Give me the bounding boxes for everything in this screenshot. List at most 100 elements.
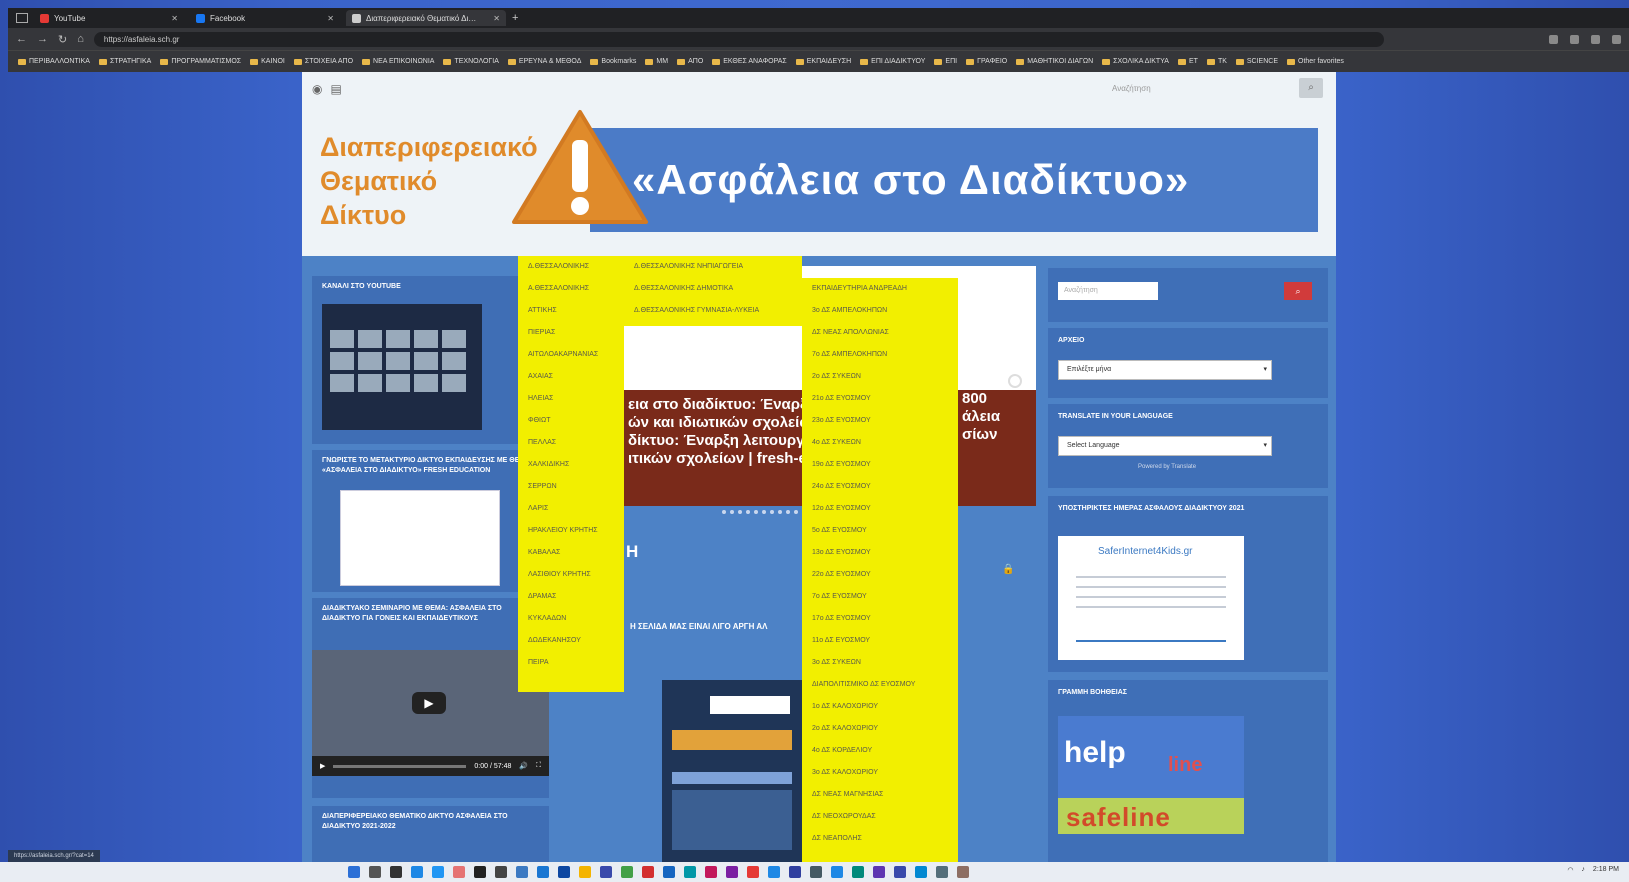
dropdown-item[interactable]: 2ο ΔΣ ΣΥΚΕΩΝ [802,366,958,388]
dropdown-item[interactable]: ΑΙΤΩΛΟΑΚΑΡΝΑΝΙΑΣ [518,344,624,366]
play-icon[interactable]: ▶ [412,692,446,714]
dropdown-item[interactable]: ΑΧΑΙΑΣ [518,366,624,388]
volume-icon[interactable]: ♪ [1581,866,1585,874]
bookmark-item[interactable]: ΕΡΕΥΝΑ & ΜΕΘΟΔ [507,58,581,65]
site-logo-text[interactable]: Διαπεριφερειακό Θεματικό Δίκτυο [320,130,538,232]
dropdown-item[interactable]: ΚΑΒΑΛΑΣ [518,542,624,564]
bookmark-item[interactable]: ΜΑΘΗΤΙΚΟΙ ΔΙΑΓΩΝ [1016,58,1093,65]
extension-icon[interactable] [1549,34,1558,44]
dropdown-item[interactable]: ΗΡΑΚΛΕΙΟΥ ΚΡΗΤΗΣ [518,520,624,542]
dropdown-item[interactable]: Δ.ΘΕΣΣΑΛΟΝΙΚΗΣ [518,256,624,278]
taskbar-app-icon[interactable] [411,866,423,878]
bookmark-item[interactable]: ΠΕΡΙΒΑΛΛΟΝΤΙΚΑ [18,58,90,65]
dropdown-item[interactable]: 23ο ΔΣ ΕΥΟΣΜΟΥ [802,410,958,432]
dropdown-item[interactable]: 2ο ΔΣ ΚΑΛΟΧΩΡΙΟΥ [802,718,958,740]
taskbar-app-icon[interactable] [915,866,927,878]
taskbar-app-icon[interactable] [894,866,906,878]
dropdown-item[interactable]: ΕΚΠΑΙΔΕΥΤΗΡΙΑ ΑΝΔΡΕΑΔΗ [802,278,958,300]
taskbar-app-icon[interactable] [579,866,591,878]
taskbar-app-icon[interactable] [957,866,969,878]
taskbar-app-icon[interactable] [705,866,717,878]
bookmark-item[interactable]: ΤΕΧΝΟΛΟΓΙΑ [443,58,499,65]
dropdown-item[interactable]: 3ο ΔΣ ΑΜΠΕΛΟΚΗΠΩΝ [802,300,958,322]
dropdown-item[interactable]: ΔΣ ΝΕΟΧΩΡΟΥΔΑΣ [802,806,958,828]
dropdown-item[interactable]: ΠΕΛΛΑΣ [518,432,624,454]
taskbar-app-icon[interactable] [747,866,759,878]
taskbar-app-icon[interactable] [684,866,696,878]
top-search-input[interactable]: Αναζήτηση [1092,80,1272,98]
bookmark-item[interactable]: ΝΕΑ ΕΠΙΚΟΙΝΩΝΙΑ [362,58,434,65]
video-progress[interactable] [333,764,467,768]
bookmark-item[interactable]: ΕΠΙ [934,58,957,65]
extension-icon[interactable] [1570,34,1579,44]
safeline-banner[interactable]: safeline [1058,798,1244,834]
dropdown-item[interactable]: ΔΣ ΝΕΑΣ ΑΠΟΛΛΩΝΙΑΣ [802,322,958,344]
slider-pause-icon[interactable] [1008,374,1022,388]
clock[interactable]: 2:18 PM [1593,866,1619,874]
dropdown-item[interactable]: ΑΤΤΙΚΗΣ [518,300,624,322]
taskbar-app-icon[interactable] [852,866,864,878]
dropdown-item[interactable]: ΠΙΕΡΙΑΣ [518,322,624,344]
dropdown-item[interactable]: ΠΕΙΡΑ [518,652,624,674]
dropdown-item[interactable]: 4ο ΔΣ ΚΟΡΔΕΛΙΟΥ [802,740,958,762]
address-bar[interactable]: https://asfaleia.sch.gr [93,31,1384,47]
bookmark-item[interactable]: Other favorites [1287,58,1344,65]
tab-youtube[interactable]: YouTube ✕ [34,10,184,26]
dropdown-item[interactable]: 4ο ΔΣ ΣΥΚΕΩΝ [802,432,958,454]
taskbar-app-icon[interactable] [600,866,612,878]
dropdown-item[interactable]: 17ο ΔΣ ΕΥΟΣΜΟΥ [802,608,958,630]
bookmark-item[interactable]: ΕΚΠΑΙΔΕΥΣΗ [795,58,851,65]
back-icon[interactable]: ← [16,33,27,45]
youtube-channel-thumbnail[interactable] [322,304,482,430]
saferinternet4kids-banner[interactable]: SaferInternet4Kids.gr [1058,536,1244,660]
dropdown-item[interactable]: ΦΘΙΩΤ [518,410,624,432]
taskbar-app-icon[interactable] [831,866,843,878]
taskbar-app-icon[interactable] [789,866,801,878]
dropdown-item[interactable]: ΛΑΡΙΣ [518,498,624,520]
bookmark-item[interactable]: Bookmarks [590,58,636,65]
taskbar-app-icon[interactable] [369,866,381,878]
profile-icon[interactable] [1612,34,1621,44]
dropdown-item[interactable]: Δ.ΘΕΣΣΑΛΟΝΙΚΗΣ ΔΗΜΟΤΙΚΑ [624,278,802,300]
taskbar-app-icon[interactable] [810,866,822,878]
webinar-video[interactable]: ▶ ▶ 0:00 / 57:48 🔊 ⛶ [312,650,549,776]
bookmark-item[interactable]: ΑΠΟ [677,58,703,65]
dropdown-item[interactable]: ΗΛΕΙΑΣ [518,388,624,410]
home-icon[interactable]: ⌂ [77,33,84,45]
slider-pagination[interactable] [722,510,798,514]
taskbar-app-icon[interactable] [432,866,444,878]
archive-select[interactable]: Επιλέξτε μήνα ▾ [1058,360,1272,380]
search-icon[interactable]: ⌕ [1299,78,1323,98]
taskbar-app-icon[interactable] [621,866,633,878]
dropdown-item[interactable]: 13ο ΔΣ ΕΥΟΣΜΟΥ [802,542,958,564]
dropdown-item[interactable]: 5ο ΔΣ ΕΥΟΣΜΟΥ [802,520,958,542]
forward-icon[interactable]: → [37,33,48,45]
play-small-icon[interactable]: ▶ [320,762,325,770]
dropdown-item[interactable]: 12ο ΔΣ ΕΥΟΣΜΟΥ [802,498,958,520]
taskbar-app-icon[interactable] [558,866,570,878]
bookmark-item[interactable]: ΣΧΟΛΙΚΑ ΔΙΚΤΥΑ [1102,58,1169,65]
close-icon[interactable]: ✕ [493,14,500,23]
taskbar-app-icon[interactable] [453,866,465,878]
tab-site[interactable]: Διαπεριφερειακό Θεματικό Δι… ✕ [346,10,506,26]
taskbar-app-icon[interactable] [474,866,486,878]
dropdown-item[interactable]: ΧΑΛΚΙΔΙΚΗΣ [518,454,624,476]
dropdown-item[interactable]: 3ο ΔΣ ΣΥΚΕΩΝ [802,652,958,674]
language-select[interactable]: Select Language ▾ [1058,436,1272,456]
tab-facebook[interactable]: Facebook ✕ [190,10,340,26]
taskbar-app-icon[interactable] [642,866,654,878]
event-poster[interactable] [662,680,802,862]
new-tab-icon[interactable]: + [512,12,518,24]
bookmark-item[interactable]: ΚΑΙΝΟΙ [250,58,285,65]
taskbar-app-icon[interactable] [726,866,738,878]
bookmark-item[interactable]: ΠΡΟΓΡΑΜΜΑΤΙΣΜΟΣ [160,58,241,65]
dropdown-item[interactable]: 1ο ΔΣ ΚΑΛΟΧΩΡΙΟΥ [802,696,958,718]
dropdown-item[interactable]: ΔΣ ΝΕΑΣ ΜΑΓΝΗΣΙΑΣ [802,784,958,806]
reload-icon[interactable]: ↻ [58,33,67,46]
window-menu-icon[interactable] [16,13,28,23]
taskbar-app-icon[interactable] [663,866,675,878]
dropdown-item[interactable]: Δ.ΘΕΣΣΑΛΟΝΙΚΗΣ ΓΥΜΝΑΣΙΑ-ΛΥΚΕΙΑ [624,300,802,322]
taskbar-app-icon[interactable] [516,866,528,878]
dropdown-item[interactable]: 24ο ΔΣ ΕΥΟΣΜΟΥ [802,476,958,498]
close-icon[interactable]: ✕ [327,14,334,23]
